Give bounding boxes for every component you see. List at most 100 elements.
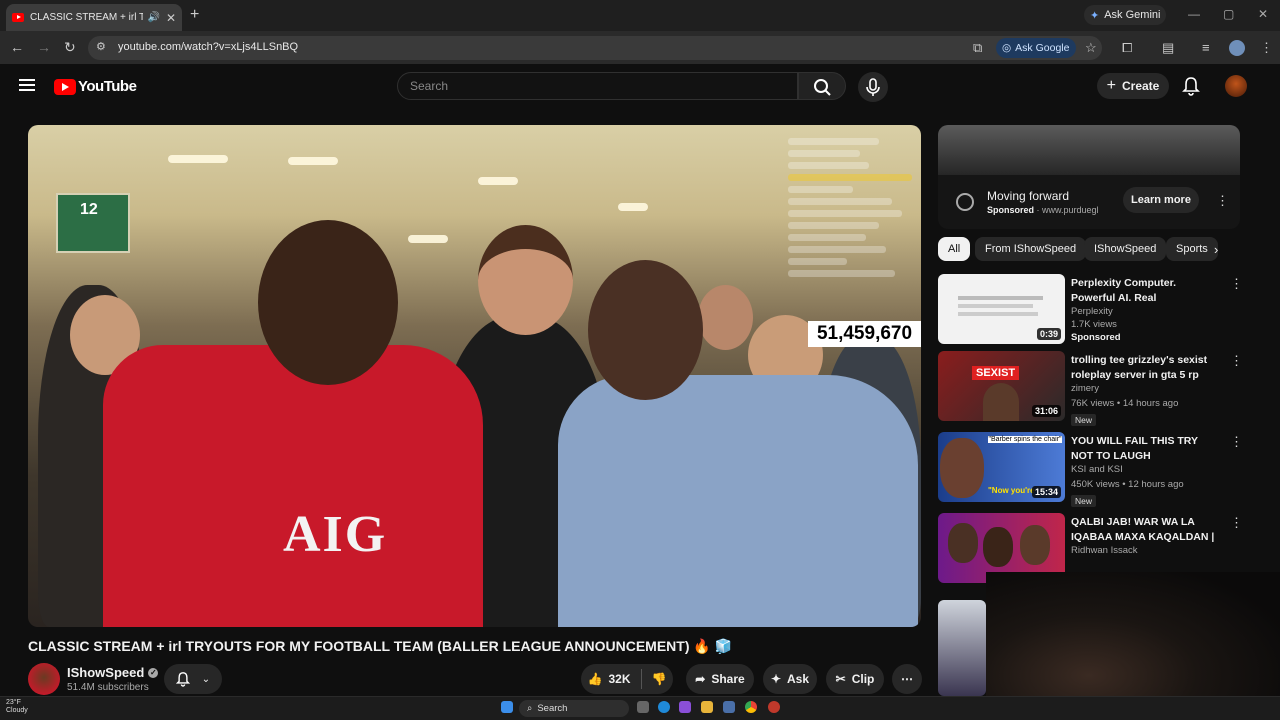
voice-search-button[interactable]	[858, 72, 888, 102]
recommended-channel[interactable]: Perplexity	[1071, 306, 1113, 317]
copilot-icon[interactable]	[679, 701, 691, 713]
hamburger-menu-icon[interactable]	[19, 79, 35, 91]
more-menu-icon[interactable]: ⋮	[1260, 40, 1273, 56]
bookmark-star-icon[interactable]: ☆	[1085, 40, 1097, 56]
ad-more-icon[interactable]: ⋮	[1216, 193, 1229, 209]
clip-button[interactable]: ✂ Clip	[826, 664, 884, 694]
channel-name[interactable]: IShowSpeed ✓	[67, 665, 159, 680]
like-count[interactable]: 32K	[608, 672, 630, 686]
youtube-logo-text[interactable]: YouTube	[78, 78, 137, 95]
file-explorer-icon[interactable]	[701, 701, 713, 713]
more-actions-button[interactable]: ⋯	[892, 664, 922, 694]
recommended-channel[interactable]: Ridhwan Issack	[1071, 545, 1138, 556]
thumbs-down-icon[interactable]: 👎	[652, 672, 667, 686]
windows-start-icon[interactable]	[501, 701, 513, 713]
video-thumbnail[interactable]	[938, 600, 986, 696]
ad-logo-icon	[956, 193, 974, 211]
video-thumbnail[interactable]: SEXIST 31:06	[938, 351, 1065, 421]
ad-sponsored-label: Sponsored	[987, 205, 1035, 215]
search-input[interactable]: Search	[397, 72, 798, 100]
thumbs-up-icon[interactable]: 👍	[588, 672, 603, 686]
ad-banner-image	[938, 125, 1240, 175]
crowd-face	[698, 285, 753, 350]
store-icon[interactable]	[723, 701, 735, 713]
recommended-title[interactable]: trolling tee grizzley's sexist roleplay …	[1071, 353, 1221, 383]
more-vertical-icon[interactable]: ⋮	[1230, 434, 1243, 450]
view-counter-overlay: 51,459,670	[808, 321, 921, 347]
task-view-icon[interactable]	[637, 701, 649, 713]
recommended-video[interactable]: SEXIST 31:06 trolling tee grizzley's sex…	[938, 351, 1243, 426]
ask-gemini-button[interactable]: ✦ Ask Gemini	[1084, 5, 1166, 25]
chip-from-ishowspeed[interactable]: From IShowSpeed	[975, 237, 1087, 261]
search-icon	[814, 79, 831, 96]
chip-all[interactable]: All	[938, 237, 971, 261]
video-player[interactable]: 12 AIG 51,459,670	[28, 125, 921, 627]
audio-playing-icon[interactable]: 🔊	[147, 12, 159, 23]
ask-google-button[interactable]: ◎ Ask Google	[996, 38, 1076, 58]
account-avatar[interactable]	[1225, 75, 1247, 97]
split-view-icon[interactable]: ▤	[1162, 40, 1174, 56]
chip-ishowspeed[interactable]: IShowSpeed	[1084, 237, 1167, 261]
chrome-icon[interactable]	[745, 701, 757, 713]
reload-icon[interactable]: ↻	[64, 39, 76, 56]
maximize-icon[interactable]: ▢	[1223, 7, 1234, 21]
create-button[interactable]: + Create	[1097, 73, 1169, 99]
recommended-title[interactable]: YOU WILL FAIL THIS TRY NOT TO LAUGH	[1071, 434, 1221, 464]
close-tab-icon[interactable]: ✕	[166, 11, 176, 25]
recommended-video[interactable]: 0:39 Perplexity Computer. Powerful AI. R…	[938, 274, 1243, 346]
search-icon: ⌕	[527, 703, 533, 714]
recommended-video[interactable]: "Barber spins the chair" "Now you're 15:…	[938, 432, 1243, 507]
notification-bell-button[interactable]: ⌄	[164, 664, 222, 694]
install-app-icon[interactable]: ⧉	[973, 40, 982, 56]
share-button[interactable]: ➦ Share	[686, 664, 754, 694]
recommended-channel[interactable]: KSI and KSI	[1071, 464, 1123, 475]
chip-sports[interactable]: Sports	[1166, 237, 1218, 261]
search-button[interactable]	[798, 72, 846, 100]
site-info-icon[interactable]: ⚙	[96, 40, 106, 53]
channel-avatar[interactable]	[28, 663, 60, 695]
recommended-title[interactable]: QALBI JAB! WAR WA LA IQABAA MAXA KAQALDA…	[1071, 515, 1221, 545]
back-icon[interactable]: ←	[10, 39, 24, 55]
video-thumbnail[interactable]: 0:39	[938, 274, 1065, 344]
ceiling-light	[408, 235, 448, 243]
edge-icon[interactable]	[658, 701, 670, 713]
duration-badge: 31:06	[1031, 405, 1061, 417]
chevron-right-icon[interactable]: ›	[1214, 242, 1218, 257]
more-vertical-icon[interactable]: ⋮	[1230, 515, 1243, 531]
ask-button[interactable]: ✦ Ask	[763, 664, 817, 694]
video-thumbnail[interactable]: "Barber spins the chair" "Now you're 15:…	[938, 432, 1065, 502]
youtube-logo-icon[interactable]	[54, 79, 76, 95]
extensions-icon[interactable]: ⧠	[1122, 40, 1132, 56]
url-text[interactable]: youtube.com/watch?v=xLjs4LLSnBQ	[118, 41, 298, 53]
recommended-meta: 450K views • 12 hours ago	[1071, 479, 1184, 490]
weather-widget[interactable]: 23°F Cloudy	[6, 699, 28, 715]
more-horizontal-icon: ⋯	[901, 672, 913, 686]
recommended-video[interactable]	[938, 600, 986, 696]
live-chat-overlay	[788, 133, 918, 313]
microphone-icon	[866, 78, 880, 96]
more-vertical-icon[interactable]: ⋮	[1230, 353, 1243, 369]
learn-more-button[interactable]: Learn more	[1123, 187, 1199, 213]
more-vertical-icon[interactable]: ⋮	[1230, 276, 1243, 292]
ad-title: Moving forward	[987, 189, 1070, 203]
blue-scrubs	[558, 375, 918, 627]
media-controls-icon[interactable]: ≡	[1202, 40, 1210, 55]
sponsored-ad-card[interactable]: Moving forward Sponsored · www.purduegl …	[938, 125, 1240, 229]
streamer-head	[258, 220, 398, 385]
minimize-icon[interactable]: —	[1188, 7, 1200, 21]
profile-avatar[interactable]	[1229, 40, 1245, 56]
notifications-bell-icon[interactable]	[1182, 76, 1200, 96]
close-window-icon[interactable]: ✕	[1258, 7, 1268, 21]
taskbar-search[interactable]: ⌕ Search	[519, 700, 629, 717]
jersey-sponsor-text: AIG	[283, 506, 388, 563]
app-icon[interactable]	[768, 701, 780, 713]
forward-icon[interactable]: →	[37, 39, 51, 55]
browser-tab[interactable]: CLASSIC STREAM + irl TRYOUTS 🔊 ✕	[6, 4, 182, 31]
recommended-title[interactable]: Perplexity Computer. Powerful AI. Real D…	[1071, 276, 1221, 306]
new-tab-button[interactable]: +	[190, 6, 199, 24]
weather-condition: Cloudy	[6, 707, 28, 714]
video-title: CLASSIC STREAM + irl TRYOUTS FOR MY FOOT…	[28, 638, 733, 654]
lens-icon: ◎	[1002, 42, 1012, 54]
recommended-meta: 1.7K views	[1071, 319, 1117, 330]
recommended-channel[interactable]: zimery	[1071, 383, 1099, 394]
